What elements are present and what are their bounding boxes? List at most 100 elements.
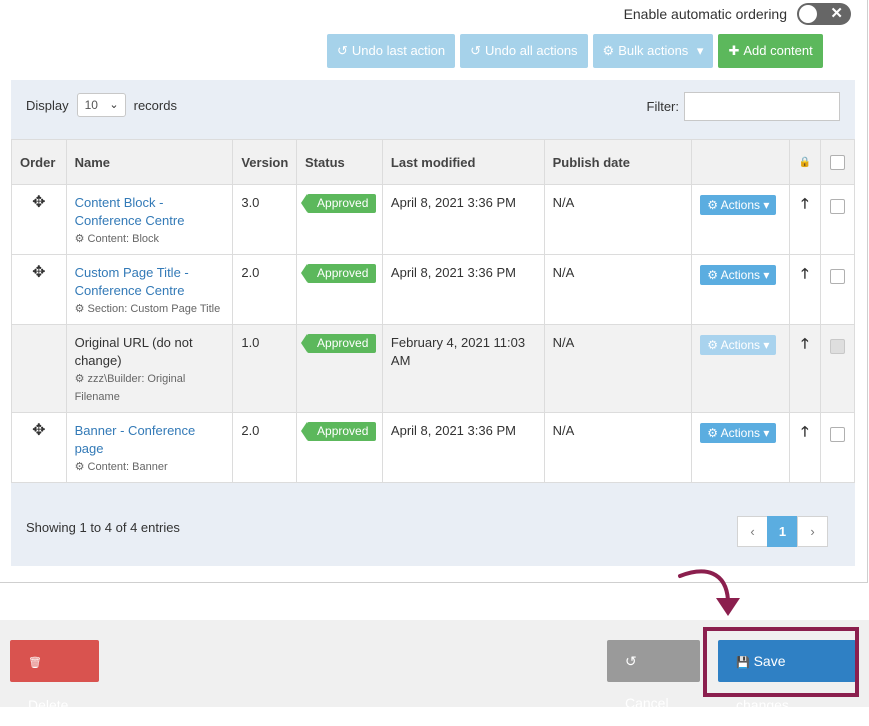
publish-date-cell: N/A	[543, 184, 693, 255]
select-all-checkbox[interactable]	[829, 154, 845, 170]
last-modified-cell: April 8, 2021 3:36 PM	[381, 412, 545, 483]
table-row: ✥ Banner - Conference page ⚙ Content: Ba…	[11, 412, 856, 483]
cancel-label: Cancel	[625, 695, 669, 711]
trash-icon: 🗑	[28, 657, 42, 669]
table-header-row: Order Name Version Status Last modified …	[11, 139, 856, 185]
version-cell: 2.0	[232, 254, 298, 325]
undo-last-label: Undo last action	[351, 43, 446, 58]
actions-cell: ⚙ Actions ▾	[691, 184, 791, 255]
status-badge: Approved	[300, 194, 377, 213]
order-cell: ✥	[11, 184, 67, 255]
filter-label: Filter:	[646, 99, 680, 114]
bulk-actions-button[interactable]: ⚙ Bulk actions ▾	[592, 34, 714, 68]
content-type: ⚙ zzz\Builder: Original Filename	[75, 370, 225, 406]
display-label: Display	[26, 97, 69, 113]
undo-all-label: Undo all actions	[485, 43, 578, 58]
previous-page-button[interactable]: ‹	[737, 516, 768, 547]
actions-dropdown-button[interactable]: ⚙ Actions ▾	[700, 335, 777, 355]
close-icon: ✕	[830, 5, 843, 22]
actions-dropdown-button[interactable]: ⚙ Actions ▾	[700, 195, 777, 215]
actions-label: Actions	[720, 268, 760, 282]
content-type: ⚙ Content: Block	[75, 230, 225, 248]
status-cell: Approved	[296, 184, 383, 255]
undo-all-actions-button[interactable]: ↺ Undo all actions	[460, 34, 588, 68]
table-row: ✥ Content Block - Conference Centre ⚙ Co…	[11, 184, 856, 255]
chevron-down-icon: ⌄	[109, 99, 119, 111]
column-header-order[interactable]: Order	[11, 139, 67, 185]
undo-last-action-button[interactable]: ↺ Undo last action	[327, 34, 456, 68]
content-type: ⚙ Section: Custom Page Title	[75, 300, 225, 318]
name-cell: Original URL (do not change) ⚙ zzz\Build…	[65, 324, 234, 413]
row-checkbox[interactable]	[829, 427, 845, 442]
column-header-select	[819, 139, 856, 185]
move-up-cell: 🡑	[789, 184, 821, 255]
cubes-icon: ⚙	[74, 373, 85, 385]
cubes-icon: ⚙	[74, 461, 85, 473]
select-cell	[819, 254, 856, 325]
bulk-actions-label: Bulk actions	[618, 43, 689, 58]
caret-down-icon: ▾	[763, 268, 770, 282]
column-header-version[interactable]: Version	[232, 139, 298, 185]
caret-down-icon: ▾	[763, 338, 770, 352]
select-cell	[819, 412, 856, 483]
actions-dropdown-button[interactable]: ⚙ Actions ▾	[700, 265, 777, 285]
records-per-page-select[interactable]: 10 ⌄	[76, 93, 126, 117]
name-cell: Banner - Conference page ⚙ Content: Bann…	[65, 412, 234, 483]
order-cell: ✥	[11, 254, 67, 325]
arrow-up-icon[interactable]: 🡑	[801, 423, 808, 439]
content-name-link[interactable]: Banner - Conference page	[75, 423, 196, 456]
next-page-button[interactable]: ›	[797, 516, 828, 547]
arrow-up-icon[interactable]: 🡑	[801, 265, 808, 281]
filter-control: Filter:	[646, 92, 840, 121]
name-cell: Custom Page Title - Conference Centre ⚙ …	[65, 254, 234, 325]
arrow-up-icon[interactable]: 🡑	[801, 195, 808, 211]
column-header-publish-date[interactable]: Publish date	[543, 139, 693, 185]
table-row: ✥ Custom Page Title - Conference Centre …	[11, 254, 856, 325]
move-handle-icon[interactable]: ✥	[32, 194, 45, 211]
column-header-status[interactable]: Status	[296, 139, 383, 185]
gear-icon: ⚙	[707, 338, 718, 352]
order-cell: ✥	[11, 412, 67, 483]
actions-cell: ⚙ Actions ▾	[691, 412, 791, 483]
actions-label: Actions	[720, 338, 760, 352]
automatic-ordering-control: Enable automatic ordering ✕	[624, 3, 851, 25]
undo-icon: ↺	[470, 43, 482, 58]
status-cell: Approved	[296, 324, 383, 413]
caret-down-icon: ▾	[763, 198, 770, 212]
actions-cell: ⚙ Actions ▾	[691, 324, 791, 413]
content-name-link[interactable]: Content Block - Conference Centre	[75, 195, 185, 228]
select-cell	[819, 324, 856, 413]
row-checkbox[interactable]	[829, 269, 845, 284]
move-handle-icon[interactable]: ✥	[32, 422, 45, 439]
undo-icon: ↺	[337, 43, 348, 58]
content-type-label: Content: Banner	[87, 461, 168, 473]
actions-dropdown-button[interactable]: ⚙ Actions ▾	[700, 423, 777, 443]
column-header-name[interactable]: Name	[65, 139, 234, 185]
arrow-up-icon[interactable]: 🡑	[801, 335, 808, 351]
move-up-cell: 🡑	[789, 254, 821, 325]
row-checkbox[interactable]	[829, 199, 845, 214]
version-cell: 2.0	[232, 412, 298, 483]
toggle-knob	[799, 5, 817, 23]
lock-icon: 🔒	[789, 139, 821, 185]
column-header-last-modified[interactable]: Last modified	[381, 139, 545, 185]
table-row: Original URL (do not change) ⚙ zzz\Build…	[11, 324, 856, 413]
undo-icon: ↺	[625, 653, 637, 669]
publish-date-cell: N/A	[543, 324, 693, 413]
filter-input[interactable]	[684, 92, 840, 121]
cubes-icon: ⚙	[74, 233, 85, 245]
move-handle-icon[interactable]: ✥	[32, 264, 45, 281]
automatic-ordering-toggle[interactable]: ✕	[797, 3, 851, 25]
delete-button[interactable]: 🗑 Delete	[10, 640, 99, 713]
cancel-button[interactable]: ↺ Cancel	[607, 640, 700, 711]
page-1-button[interactable]: 1	[767, 516, 798, 547]
caret-down-icon: ▾	[696, 43, 704, 58]
records-per-page-value: 10	[84, 98, 98, 112]
content-name-link[interactable]: Custom Page Title - Conference Centre	[75, 265, 189, 298]
toolbar: ↺ Undo last action ↺ Undo all actions ⚙ Bul…	[327, 34, 823, 68]
actions-label: Actions	[720, 198, 760, 212]
column-header-actions	[691, 139, 791, 185]
add-content-button[interactable]: ✚ Add content	[718, 34, 823, 68]
actions-cell: ⚙ Actions ▾	[691, 254, 791, 325]
cubes-icon: ⚙	[74, 303, 85, 315]
